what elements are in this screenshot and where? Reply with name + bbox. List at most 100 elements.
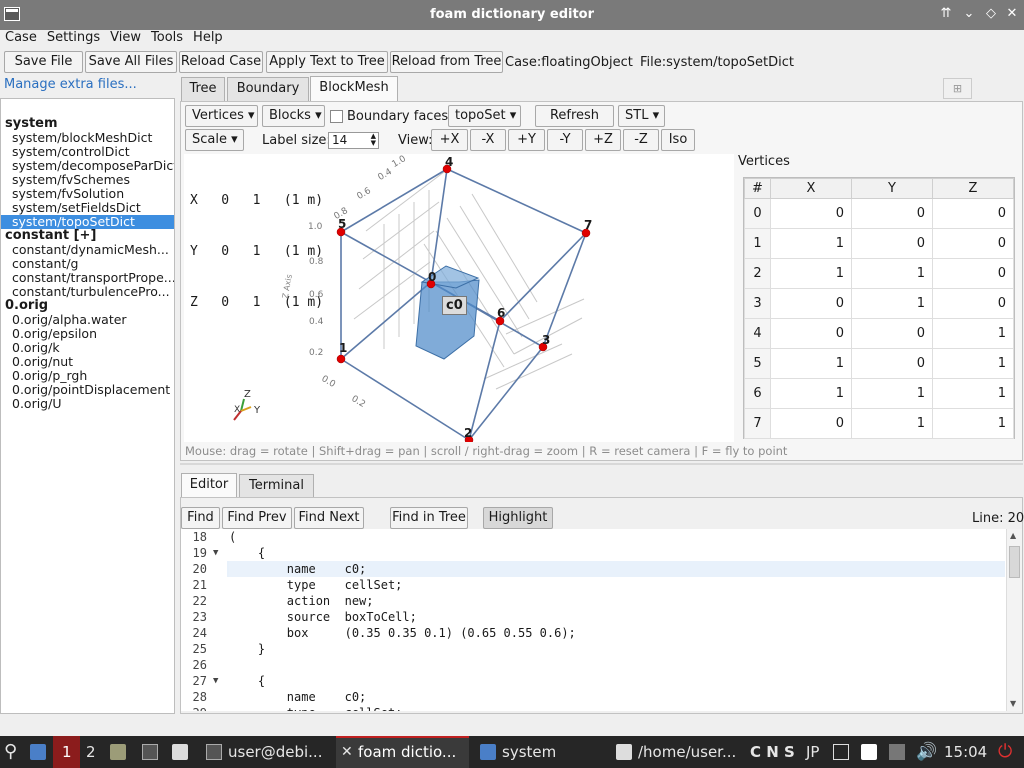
task-foam-editor[interactable]: foam dictio... bbox=[358, 736, 456, 768]
table-cell[interactable]: 1 bbox=[770, 228, 852, 259]
col-header-index[interactable]: # bbox=[744, 178, 771, 199]
find-next-button[interactable]: Find Next bbox=[294, 507, 364, 529]
code-editor[interactable]: 18(19 ▼ {20 name c0; 21 type cellSet; 22 ac… bbox=[181, 529, 1006, 711]
editor-scrollbar[interactable]: ▲ ▼ bbox=[1006, 529, 1022, 711]
menu-tools[interactable]: Tools bbox=[146, 30, 188, 46]
fold-arrow-icon[interactable]: ▼ bbox=[213, 673, 225, 689]
file-manager-icon[interactable] bbox=[110, 744, 126, 760]
table-cell[interactable]: 1 bbox=[770, 348, 852, 379]
clipboard-icon[interactable] bbox=[861, 744, 877, 760]
row-index[interactable]: 3 bbox=[744, 288, 771, 319]
fold-arrow-icon[interactable]: ▼ bbox=[213, 545, 225, 561]
view-minus-y-button[interactable]: -Y bbox=[547, 129, 583, 151]
terminal-launcher-icon[interactable] bbox=[142, 744, 158, 760]
table-cell[interactable]: 0 bbox=[932, 258, 1014, 289]
row-index[interactable]: 7 bbox=[744, 408, 771, 439]
code-line[interactable]: 27 ▼ { bbox=[181, 673, 1006, 689]
col-header-y[interactable]: Y bbox=[851, 178, 933, 199]
task-files[interactable]: system bbox=[502, 736, 556, 768]
table-row[interactable]: 5101 bbox=[744, 348, 1014, 379]
save-file-button[interactable]: Save File bbox=[4, 51, 83, 73]
code-line[interactable]: 25 } bbox=[181, 641, 1006, 657]
col-header-x[interactable]: X bbox=[770, 178, 852, 199]
stl-dropdown[interactable]: STL ▾ bbox=[618, 105, 665, 127]
menu-settings[interactable]: Settings bbox=[42, 30, 105, 46]
row-index[interactable]: 4 bbox=[744, 318, 771, 349]
tree-item[interactable]: constant/g bbox=[1, 257, 174, 271]
table-row[interactable]: 4001 bbox=[744, 318, 1014, 349]
workspace-2[interactable]: 2 bbox=[86, 736, 96, 768]
scale-dropdown[interactable]: Scale ▾ bbox=[185, 129, 244, 151]
table-cell[interactable]: 1 bbox=[770, 378, 852, 409]
table-cell[interactable]: 0 bbox=[932, 228, 1014, 259]
table-cell[interactable]: 0 bbox=[851, 348, 933, 379]
find-prev-button[interactable]: Find Prev bbox=[222, 507, 292, 529]
panel-grid-icon[interactable]: ⊞ bbox=[943, 78, 972, 99]
tree-item[interactable]: 0.orig/nut bbox=[1, 355, 174, 369]
code-line[interactable]: 22 action new; bbox=[181, 593, 1006, 609]
tree-section[interactable]: 0.orig bbox=[1, 299, 174, 313]
tab-terminal[interactable]: Terminal bbox=[239, 474, 314, 498]
table-cell[interactable]: 1 bbox=[932, 318, 1014, 349]
tab-boundary[interactable]: Boundary bbox=[227, 77, 309, 101]
show-desktop-icon[interactable] bbox=[30, 744, 46, 760]
minimize-icon[interactable]: ⌄ bbox=[960, 5, 978, 23]
tree-item[interactable]: constant/dynamicMesh... bbox=[1, 243, 174, 257]
blocks-dropdown[interactable]: Blocks ▾ bbox=[262, 105, 325, 127]
power-icon[interactable]: ⏻ bbox=[998, 736, 1012, 768]
start-menu-icon[interactable]: ⚲ bbox=[4, 736, 17, 768]
table-cell[interactable]: 0 bbox=[770, 198, 852, 229]
tree-item[interactable]: constant/turbulencePro... bbox=[1, 285, 174, 299]
task-terminal[interactable]: user@debi... bbox=[228, 736, 322, 768]
table-cell[interactable]: 0 bbox=[851, 318, 933, 349]
table-cell[interactable]: 0 bbox=[851, 228, 933, 259]
view-minus-z-button[interactable]: -Z bbox=[623, 129, 659, 151]
tree-item[interactable]: system/decomposeParDict bbox=[1, 159, 174, 173]
table-row[interactable]: 7011 bbox=[744, 408, 1014, 439]
tree-item[interactable]: 0.orig/p_rgh bbox=[1, 369, 174, 383]
tab-tree[interactable]: Tree bbox=[181, 77, 225, 101]
table-cell[interactable]: 0 bbox=[851, 198, 933, 229]
table-cell[interactable]: 1 bbox=[932, 348, 1014, 379]
apply-text-to-tree-button[interactable]: Apply Text to Tree bbox=[266, 51, 388, 73]
highlight-toggle[interactable]: Highlight bbox=[483, 507, 553, 529]
tab-blockmesh[interactable]: BlockMesh bbox=[310, 76, 398, 101]
tree-item[interactable]: system/setFieldsDict bbox=[1, 201, 174, 215]
table-row[interactable]: 1100 bbox=[744, 228, 1014, 259]
close-icon[interactable]: ✕ bbox=[1003, 5, 1021, 23]
view-plus-x-button[interactable]: +X bbox=[431, 129, 468, 151]
tree-item[interactable]: system/controlDict bbox=[1, 145, 174, 159]
eject-icon[interactable] bbox=[889, 744, 905, 760]
table-row[interactable]: 0000 bbox=[744, 198, 1014, 229]
text-editor-launcher-icon[interactable] bbox=[172, 744, 188, 760]
view-plus-z-button[interactable]: +Z bbox=[585, 129, 621, 151]
table-cell[interactable]: 0 bbox=[932, 288, 1014, 319]
label-size-spinbox[interactable]: 14 ▲ ▼ bbox=[328, 132, 379, 149]
table-cell[interactable]: 1 bbox=[770, 258, 852, 289]
tree-section[interactable]: constant [+] bbox=[1, 229, 174, 243]
mesh-3d-viewport[interactable]: X 0 1 (1 m) Y 0 1 (1 m) Z 0 1 (1 m) 0 1 … bbox=[184, 154, 734, 442]
view-iso-button[interactable]: Iso bbox=[661, 129, 695, 151]
table-cell[interactable]: 1 bbox=[932, 408, 1014, 439]
table-cell[interactable]: 0 bbox=[770, 318, 852, 349]
code-line[interactable]: 28 name c0; bbox=[181, 689, 1006, 705]
table-cell[interactable]: 0 bbox=[770, 408, 852, 439]
tree-section[interactable]: system bbox=[1, 117, 174, 131]
table-row[interactable]: 3010 bbox=[744, 288, 1014, 319]
tree-item[interactable]: 0.orig/epsilon bbox=[1, 327, 174, 341]
tree-item[interactable]: system/fvSolution bbox=[1, 187, 174, 201]
table-cell[interactable]: 1 bbox=[851, 288, 933, 319]
col-header-z[interactable]: Z bbox=[932, 178, 1014, 199]
code-line[interactable]: 21 type cellSet; bbox=[181, 577, 1006, 593]
table-cell[interactable]: 1 bbox=[851, 408, 933, 439]
reload-from-tree-button[interactable]: Reload from Tree bbox=[390, 51, 503, 73]
table-cell[interactable]: 0 bbox=[932, 198, 1014, 229]
code-line[interactable]: 18 ( bbox=[181, 529, 1006, 545]
splitter[interactable] bbox=[180, 463, 1023, 465]
row-index[interactable]: 0 bbox=[744, 198, 771, 229]
table-cell[interactable]: 1 bbox=[851, 258, 933, 289]
maximize-restore-icon[interactable]: ⇈ bbox=[937, 5, 955, 23]
table-cell[interactable]: 1 bbox=[932, 378, 1014, 409]
sticky-icon[interactable]: ◇ bbox=[982, 5, 1000, 23]
code-line[interactable]: 20 name c0; bbox=[181, 561, 1006, 577]
